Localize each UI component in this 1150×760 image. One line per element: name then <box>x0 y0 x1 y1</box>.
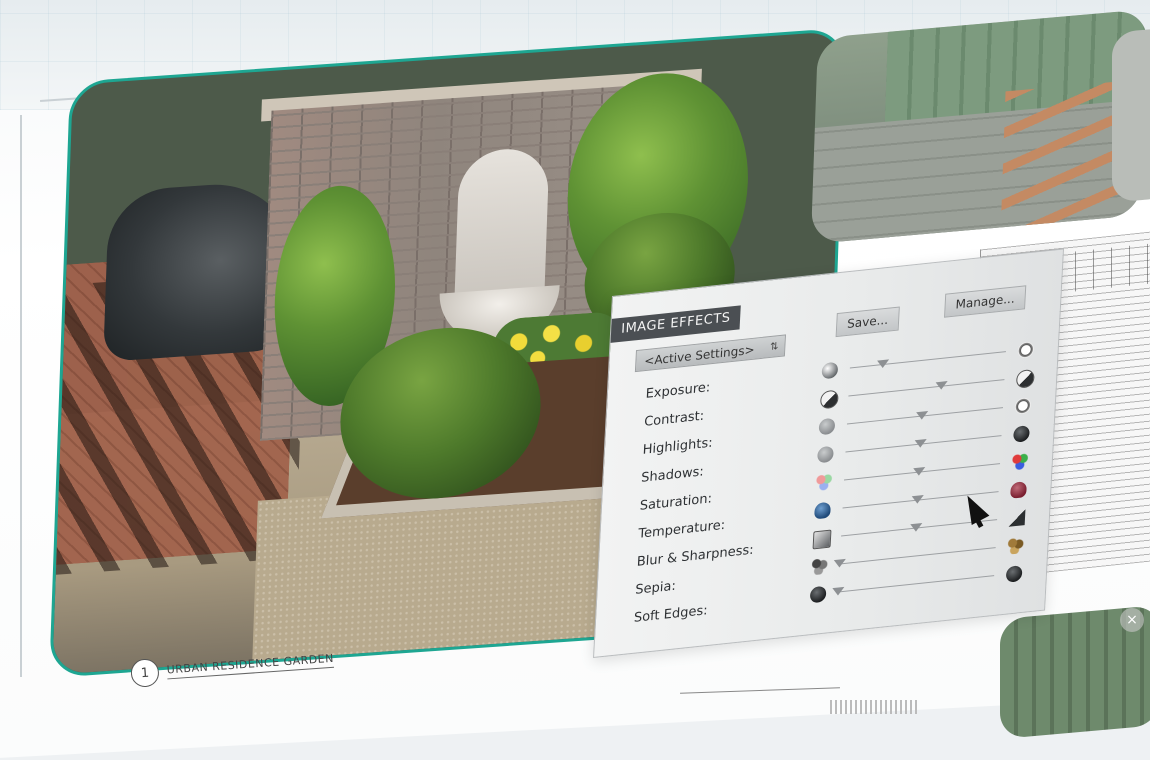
slider-handle[interactable] <box>912 466 926 477</box>
panel-title: IMAGE EFFECTS <box>610 305 742 343</box>
rgb-icon <box>1011 453 1029 471</box>
slider-handle[interactable] <box>909 522 923 533</box>
effect-slider[interactable] <box>849 351 1006 369</box>
thumbnail-patio[interactable] <box>810 9 1148 245</box>
effect-label: Exposure: <box>645 380 711 402</box>
slider-handle[interactable] <box>876 359 890 369</box>
blue-bulb-icon <box>814 501 831 520</box>
effect-label: Contrast: <box>643 408 705 430</box>
dark-ball-icon <box>809 585 827 604</box>
light-ball-icon <box>1014 397 1032 415</box>
slider-handle[interactable] <box>935 381 948 391</box>
sheet-border-left <box>20 115 22 677</box>
manage-button[interactable]: Manage... <box>944 285 1027 318</box>
dark-ball-icon <box>1005 565 1023 583</box>
effect-label: Temperature: <box>637 517 726 542</box>
half-contrast-icon <box>1015 368 1035 389</box>
slider-handle[interactable] <box>833 558 846 569</box>
effect-label: Highlights: <box>642 435 713 458</box>
hatch-mark <box>830 700 920 714</box>
gradient-ball-icon <box>821 361 839 380</box>
grey-dots-icon <box>811 557 829 576</box>
half-contrast-icon <box>819 389 839 410</box>
image-effects-panel: IMAGE EFFECTS Save... Manage... <Active … <box>593 248 1064 658</box>
select-arrows-icon: ⇅ <box>769 341 779 354</box>
thumbnail-partial[interactable] <box>1112 27 1150 203</box>
effect-label: Sepia: <box>634 578 677 598</box>
grey-ball-icon <box>818 417 836 436</box>
save-button[interactable]: Save... <box>835 306 900 338</box>
slider-handle[interactable] <box>831 586 845 597</box>
caption-number: 1 <box>130 658 160 688</box>
dark-ball-icon <box>1013 425 1030 443</box>
preset-select[interactable]: <Active Settings> ⇅ <box>634 334 787 373</box>
slider-handle[interactable] <box>915 410 929 421</box>
blur-square-icon <box>812 529 832 550</box>
red-bulb-icon <box>1010 481 1027 499</box>
effect-label: Soft Edges: <box>633 603 708 626</box>
effect-label: Saturation: <box>639 491 713 514</box>
close-icon[interactable]: × <box>1120 608 1144 632</box>
slider-handle[interactable] <box>911 494 924 505</box>
pastel-rgb-icon <box>815 473 833 492</box>
caption-title: URBAN RESIDENCE GARDEN <box>166 651 335 680</box>
preset-select-value: <Active Settings> <box>644 342 756 369</box>
ring-icon <box>1017 341 1035 359</box>
sharp-triangle-icon <box>1008 509 1026 527</box>
sepia-dots-icon <box>1007 537 1025 555</box>
effect-label: Shadows: <box>640 464 705 486</box>
grey-ball-icon <box>817 445 834 464</box>
slider-handle[interactable] <box>914 438 927 449</box>
